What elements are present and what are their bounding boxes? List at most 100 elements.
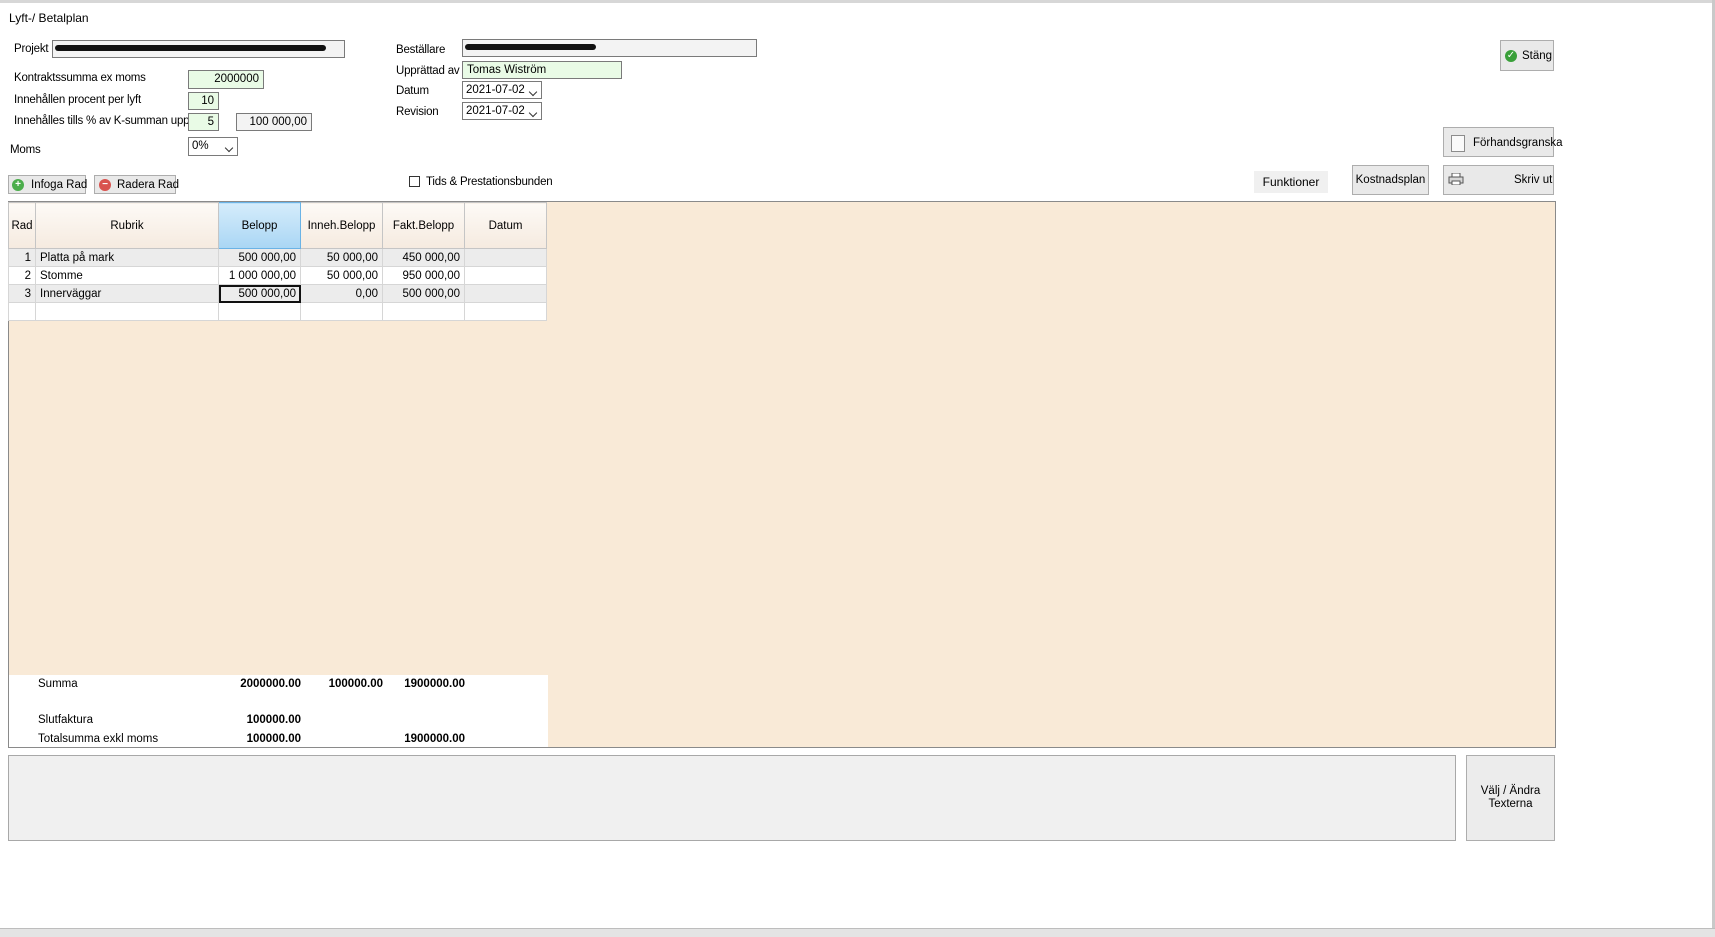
column-header-datum[interactable]: Datum xyxy=(464,202,547,249)
tids-prestationsbunden-checkbox[interactable] xyxy=(409,176,420,187)
moms-value: 0% xyxy=(192,140,209,152)
slutfaktura-belopp: 100000.00 xyxy=(246,714,301,726)
innehalles-tills-label: Innehålles tills % av K-summan uppnätts xyxy=(14,115,214,127)
datum-picker[interactable]: 2021-07-02 xyxy=(462,81,542,99)
column-header-fakt-belopp[interactable]: Fakt.Belopp xyxy=(382,202,465,249)
column-header-rad[interactable]: Rad xyxy=(8,202,36,249)
printer-icon xyxy=(1448,173,1464,185)
revision-value: 2021-07-02 xyxy=(466,105,525,117)
projekt-label: Projekt xyxy=(14,43,49,55)
chevron-down-icon xyxy=(224,143,234,153)
cell-inneh-belopp[interactable] xyxy=(300,302,383,321)
radera-rad-label: Radera Rad xyxy=(117,179,180,191)
upprattad-av-label: Upprättad av xyxy=(396,65,460,77)
remove-icon: − xyxy=(99,179,111,191)
column-header-rubrik[interactable]: Rubrik xyxy=(35,202,219,249)
summa-belopp: 2000000.00 xyxy=(240,678,301,690)
cell-datum[interactable] xyxy=(464,266,547,285)
revision-label: Revision xyxy=(396,106,439,118)
infoga-rad-label: Infoga Rad xyxy=(31,179,88,191)
valj-andra-texterna-label: Välj / Ändra Texterna xyxy=(1481,785,1540,811)
infoga-rad-button[interactable]: + Infoga Rad xyxy=(8,175,88,194)
cell-inneh-belopp[interactable]: 50 000,00 xyxy=(300,248,383,267)
radera-rad-button[interactable]: − Radera Rad xyxy=(94,175,180,194)
cell-datum[interactable] xyxy=(464,248,547,267)
funktioner-menu[interactable]: Funktioner xyxy=(1254,171,1328,193)
table-row[interactable]: 2 Stomme 1 000 000,00 50 000,00 950 000,… xyxy=(8,266,547,285)
summary-panel: Summa 2000000.00 100000.00 1900000.00 Sl… xyxy=(9,675,548,747)
preview-document-icon xyxy=(1451,135,1465,152)
innehalles-procent-field[interactable]: 5 xyxy=(188,113,219,131)
window-title: Lyft-/ Betalplan xyxy=(9,11,89,25)
slutfaktura-label: Slutfaktura xyxy=(38,714,93,726)
table-row[interactable]: 3 Innerväggar 500 000,00 0,00 500 000,00 xyxy=(8,284,547,303)
datum-label: Datum xyxy=(396,85,429,97)
datum-value: 2021-07-02 xyxy=(466,84,525,96)
texter-area[interactable] xyxy=(8,755,1456,841)
cell-inneh-belopp[interactable]: 0,00 xyxy=(300,284,383,303)
cell-belopp[interactable]: 1 000 000,00 xyxy=(218,266,301,285)
add-icon: + xyxy=(12,179,24,191)
column-header-inneh-belopp[interactable]: Inneh.Belopp xyxy=(300,202,383,249)
cell-fakt-belopp[interactable]: 450 000,00 xyxy=(382,248,465,267)
projekt-field[interactable] xyxy=(52,40,345,58)
revision-picker[interactable]: 2021-07-02 xyxy=(462,102,542,120)
summa-inneh-belopp: 100000.00 xyxy=(328,678,383,690)
cell-fakt-belopp[interactable]: 950 000,00 xyxy=(382,266,465,285)
top-strip xyxy=(0,0,1715,3)
cell-inneh-belopp[interactable]: 50 000,00 xyxy=(300,266,383,285)
bestallare-label: Beställare xyxy=(396,44,446,56)
upprattad-av-field[interactable]: Tomas Wiström xyxy=(462,61,622,79)
skriv-ut-label: Skriv ut xyxy=(1514,174,1553,186)
valj-label-line2: Texterna xyxy=(1488,798,1533,810)
cell-fakt-belopp[interactable]: 500 000,00 xyxy=(382,284,465,303)
cell-rad[interactable]: 2 xyxy=(8,266,36,285)
skriv-ut-button[interactable]: Skriv ut xyxy=(1443,165,1554,195)
cell-fakt-belopp[interactable] xyxy=(382,302,465,321)
chevron-down-icon xyxy=(528,87,538,97)
summa-label: Summa xyxy=(38,678,78,690)
stang-button[interactable]: ✓ Stäng xyxy=(1500,40,1554,71)
bestallare-field[interactable] xyxy=(462,39,757,57)
cell-rad[interactable]: 3 xyxy=(8,284,36,303)
moms-label: Moms xyxy=(10,144,41,156)
kontraktssumma-label: Kontraktssumma ex moms xyxy=(14,72,146,84)
cell-belopp[interactable] xyxy=(218,302,301,321)
redaction-mark xyxy=(465,44,596,50)
totalsumma-belopp: 100000.00 xyxy=(246,733,301,745)
chevron-down-icon xyxy=(528,108,538,118)
tids-prestationsbunden-label: Tids & Prestationsbunden xyxy=(426,176,553,188)
totalsumma-label: Totalsumma exkl moms xyxy=(38,733,159,745)
valj-label-line1: Välj / Ändra xyxy=(1480,785,1541,797)
moms-select[interactable]: 0% xyxy=(188,137,238,156)
table-header-row: Rad Rubrik Belopp Inneh.Belopp Fakt.Belo… xyxy=(8,202,547,249)
kontraktssumma-field[interactable]: 2000000 xyxy=(188,70,264,89)
cell-datum[interactable] xyxy=(464,302,547,321)
stang-label: Stäng xyxy=(1522,50,1553,62)
cell-rad[interactable] xyxy=(8,302,36,321)
cell-rubrik[interactable]: Innerväggar xyxy=(35,284,219,303)
innehalles-belopp-field: 100 000,00 xyxy=(236,113,312,131)
lyft-betalplan-window: Lyft-/ Betalplan Projekt Kontraktssumma … xyxy=(0,0,1715,937)
summa-fakt-belopp: 1900000.00 xyxy=(404,678,465,690)
cell-rubrik[interactable] xyxy=(35,302,219,321)
payment-plan-table: Rad Rubrik Belopp Inneh.Belopp Fakt.Belo… xyxy=(8,202,547,321)
column-header-belopp[interactable]: Belopp xyxy=(218,202,301,249)
cell-datum[interactable] xyxy=(464,284,547,303)
cell-rad[interactable]: 1 xyxy=(8,248,36,267)
table-row-new[interactable] xyxy=(8,302,547,321)
forhandsgranska-button[interactable]: Förhandsgranska xyxy=(1443,127,1563,157)
cell-rubrik[interactable]: Stomme xyxy=(35,266,219,285)
check-icon: ✓ xyxy=(1505,50,1517,62)
kostnadsplan-button[interactable]: Kostnadsplan xyxy=(1352,165,1429,195)
forhandsgranska-label: Förhandsgranska xyxy=(1473,137,1563,149)
redaction-mark xyxy=(55,45,326,51)
cell-belopp-editing[interactable]: 500 000,00 xyxy=(218,284,301,303)
table-row[interactable]: 1 Platta på mark 500 000,00 50 000,00 45… xyxy=(8,248,547,267)
totalsumma-fakt-belopp: 1900000.00 xyxy=(404,733,465,745)
cell-rubrik[interactable]: Platta på mark xyxy=(35,248,219,267)
valj-andra-texterna-button[interactable]: Välj / Ändra Texterna xyxy=(1466,755,1555,841)
cell-belopp[interactable]: 500 000,00 xyxy=(218,248,301,267)
innehallen-procent-field[interactable]: 10 xyxy=(188,92,219,110)
innehallen-procent-label: Innehållen procent per lyft xyxy=(14,94,141,106)
